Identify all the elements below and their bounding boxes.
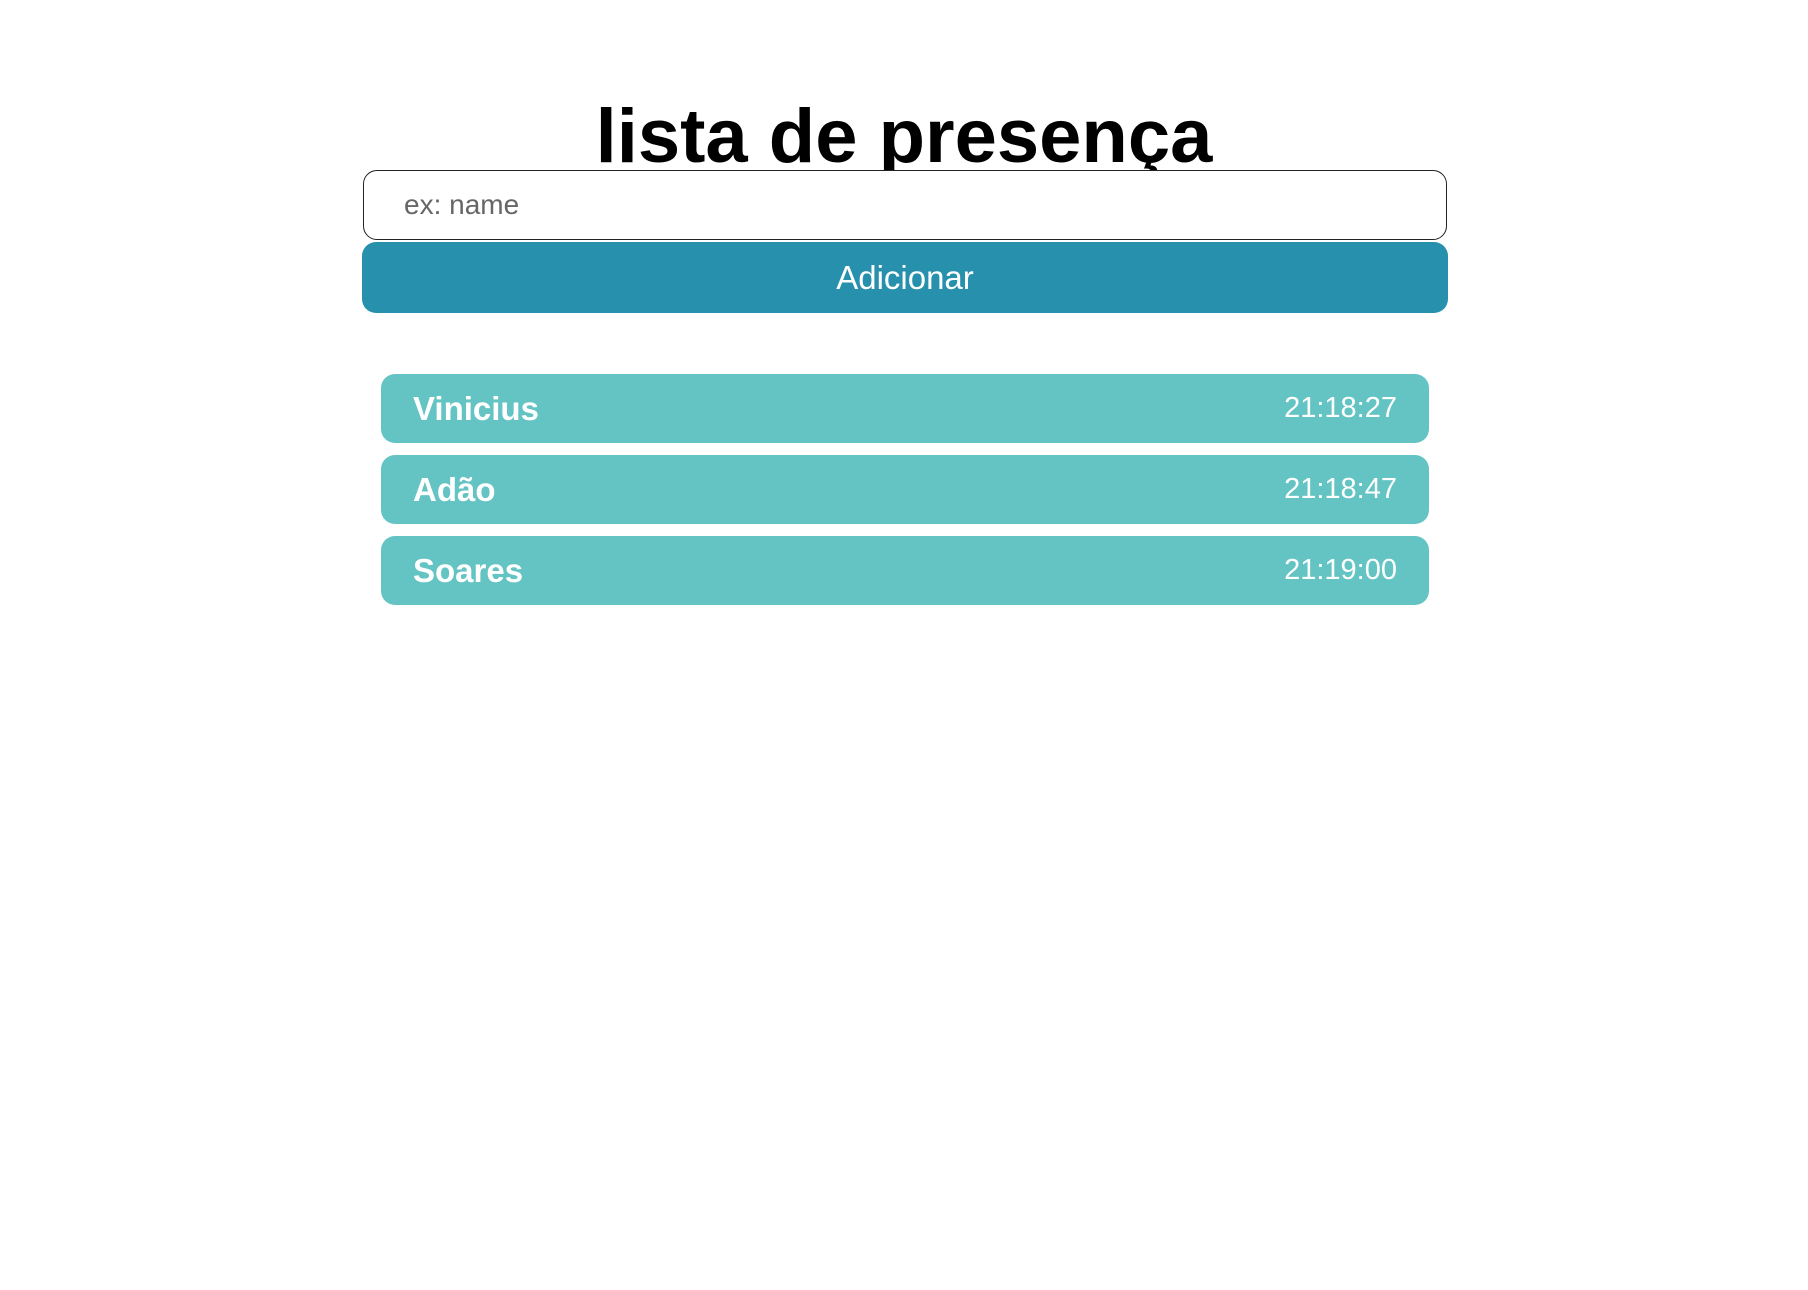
attendance-item: Vinicius 21:18:27: [381, 374, 1429, 443]
attendance-name: Adão: [413, 470, 496, 508]
attendance-time: 21:18:47: [1284, 473, 1397, 505]
add-button[interactable]: Adicionar: [362, 242, 1448, 313]
attendance-time: 21:19:00: [1284, 554, 1397, 586]
attendance-name: Vinicius: [413, 389, 539, 427]
attendance-list: Vinicius 21:18:27 Adão 21:18:47 Soares 2…: [381, 374, 1429, 617]
attendance-page: lista de presença Adicionar Vinicius 21:…: [0, 0, 1808, 1290]
attendance-name: Soares: [413, 551, 524, 589]
attendance-item: Adão 21:18:47: [381, 455, 1429, 524]
attendance-item: Soares 21:19:00: [381, 536, 1429, 605]
name-input[interactable]: [363, 170, 1447, 240]
attendance-time: 21:18:27: [1284, 392, 1397, 424]
page-title: lista de presença: [595, 94, 1213, 179]
